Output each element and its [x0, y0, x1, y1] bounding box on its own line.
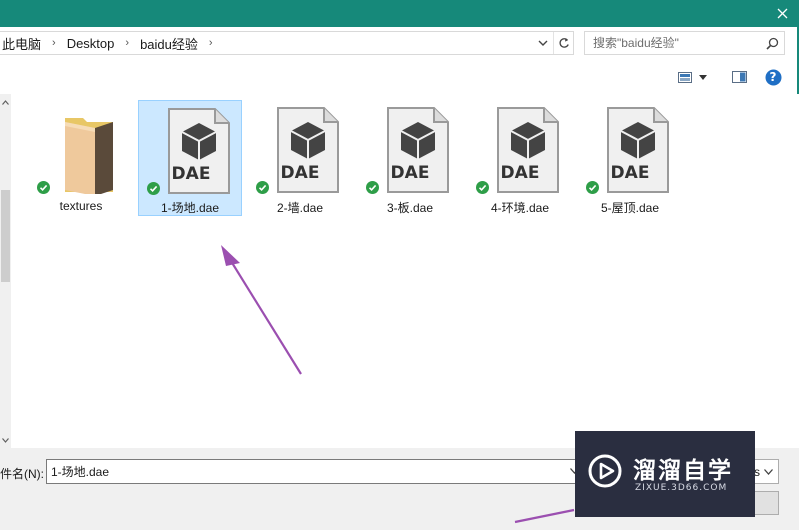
- chevron-right-icon[interactable]: ›: [125, 37, 129, 49]
- filename-label: 件名(N):: [0, 467, 44, 481]
- search-input[interactable]: [585, 32, 760, 54]
- folder-icon: [65, 118, 113, 194]
- file-type-label: DAE: [610, 163, 650, 183]
- breadcrumb-baidu[interactable]: baidu经验: [140, 34, 198, 53]
- file-item-1[interactable]: DAE 1-场地.dae: [138, 100, 242, 216]
- view-mode-icon: [678, 71, 692, 83]
- close-icon: [777, 8, 787, 19]
- search-icon: [765, 37, 778, 50]
- chevron-right-icon[interactable]: ›: [52, 37, 56, 49]
- file-name: 5-屋顶.dae: [600, 201, 660, 215]
- file-item-4[interactable]: DAE 4-环境.dae: [468, 100, 572, 216]
- refresh-icon: [558, 38, 569, 48]
- sync-status-icon: [37, 181, 50, 194]
- preview-pane-button[interactable]: [722, 66, 756, 88]
- view-options-dropdown[interactable]: [694, 66, 712, 88]
- search-button[interactable]: [764, 35, 780, 51]
- view-mode-button[interactable]: [676, 66, 694, 88]
- sync-status-icon: [256, 181, 269, 194]
- file-name: 1-场地.dae: [160, 201, 220, 215]
- file-type-label: DAE: [390, 163, 430, 183]
- sync-status-icon: [366, 181, 379, 194]
- watermark-subtitle: ZIXUE.3D66.COM: [635, 483, 728, 493]
- chevron-down-icon: [764, 469, 773, 475]
- file-name: 2-墙.dae: [276, 201, 324, 215]
- file-type-label: DAE: [171, 164, 211, 184]
- preview-pane-icon: [731, 71, 747, 83]
- file-name: 3-板.dae: [386, 201, 434, 215]
- watermark-title: 溜溜自学: [633, 458, 733, 484]
- file-item-5[interactable]: DAE 5-屋顶.dae: [578, 100, 682, 216]
- help-label: ?: [769, 70, 777, 84]
- sync-status-icon: [147, 182, 160, 195]
- title-bar: [0, 0, 799, 27]
- breadcrumb-desktop[interactable]: Desktop: [67, 36, 115, 51]
- chevron-right-icon[interactable]: ›: [209, 37, 213, 49]
- search-box[interactable]: [584, 31, 785, 55]
- chevron-down-icon: [2, 437, 9, 443]
- sync-status-icon: [586, 181, 599, 194]
- address-history-button[interactable]: [533, 32, 553, 54]
- scroll-thumb[interactable]: [1, 190, 10, 282]
- file-item-3[interactable]: DAE 3-板.dae: [358, 100, 462, 216]
- watermark: 溜溜自学 ZIXUE.3D66.COM: [575, 431, 755, 517]
- close-button[interactable]: [765, 0, 799, 27]
- help-button[interactable]: ?: [762, 66, 784, 88]
- address-bar[interactable]: 此电脑 › Desktop › baidu经验 ›: [0, 31, 574, 55]
- chevron-down-icon: [538, 40, 548, 46]
- file-name: 4-环境.dae: [490, 201, 550, 215]
- breadcrumb-this-pc[interactable]: 此电脑: [2, 34, 41, 53]
- chevron-down-icon: [699, 74, 707, 80]
- view-toolbar: ?: [676, 66, 784, 88]
- file-type-label: DAE: [280, 163, 320, 183]
- sync-status-icon: [476, 181, 489, 194]
- scroll-up-button[interactable]: [0, 96, 11, 108]
- filename-input[interactable]: [47, 460, 557, 483]
- file-item-textures[interactable]: textures: [29, 100, 133, 216]
- chevron-up-icon: [2, 99, 9, 105]
- play-logo-icon: [588, 454, 622, 488]
- refresh-button[interactable]: [553, 32, 573, 54]
- file-type-label: DAE: [500, 163, 540, 183]
- scroll-down-button[interactable]: [0, 434, 11, 446]
- file-name: textures: [59, 199, 103, 213]
- filename-field[interactable]: [46, 459, 585, 484]
- file-item-2[interactable]: DAE 2-墙.dae: [248, 100, 352, 216]
- vertical-scrollbar[interactable]: [0, 94, 11, 448]
